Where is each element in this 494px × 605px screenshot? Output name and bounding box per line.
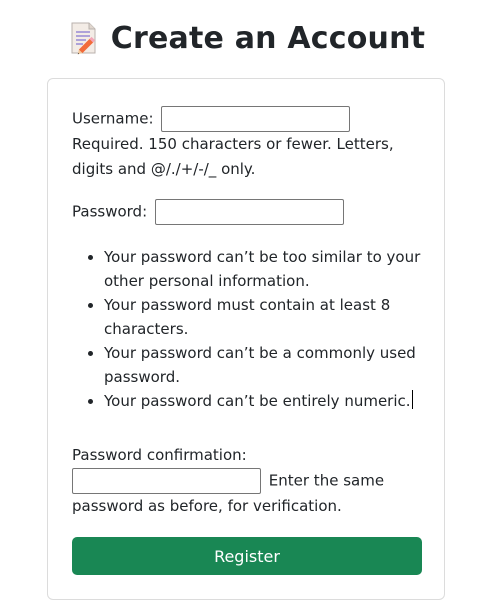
password-rule-item: Your password can’t be too similar to yo… bbox=[104, 245, 424, 293]
page-title: Create an Account bbox=[110, 20, 426, 56]
page-header: Create an Account bbox=[0, 16, 494, 60]
password-rule-item: Your password can’t be a commonly used p… bbox=[104, 341, 424, 389]
register-button[interactable]: Register bbox=[72, 537, 422, 575]
memo-icon bbox=[69, 21, 99, 55]
password-input[interactable] bbox=[154, 199, 344, 225]
password-field-group: Password: bbox=[72, 199, 424, 225]
password-confirmation-input[interactable] bbox=[72, 467, 261, 494]
password-rule-item: Your password can’t be entirely numeric. bbox=[104, 389, 424, 413]
password-confirmation-label: Password confirmation: bbox=[72, 446, 247, 464]
page: Create an Account Username: Required. 15… bbox=[0, 0, 494, 605]
text-cursor bbox=[411, 390, 413, 409]
username-help-text: Required. 150 characters or fewer. Lette… bbox=[72, 135, 394, 178]
password-rule-item: Your password must contain at least 8 ch… bbox=[104, 293, 424, 341]
password-label: Password: bbox=[72, 202, 148, 221]
username-label: Username: bbox=[72, 109, 154, 128]
username-input[interactable] bbox=[161, 106, 351, 132]
registration-card: Username: Required. 150 characters or fe… bbox=[47, 78, 445, 600]
password-confirmation-field-group: Password confirmation: Enter the same pa… bbox=[72, 443, 424, 518]
password-rules-list: Your password can’t be too similar to yo… bbox=[72, 245, 424, 413]
username-field-group: Username: Required. 150 characters or fe… bbox=[72, 106, 424, 181]
